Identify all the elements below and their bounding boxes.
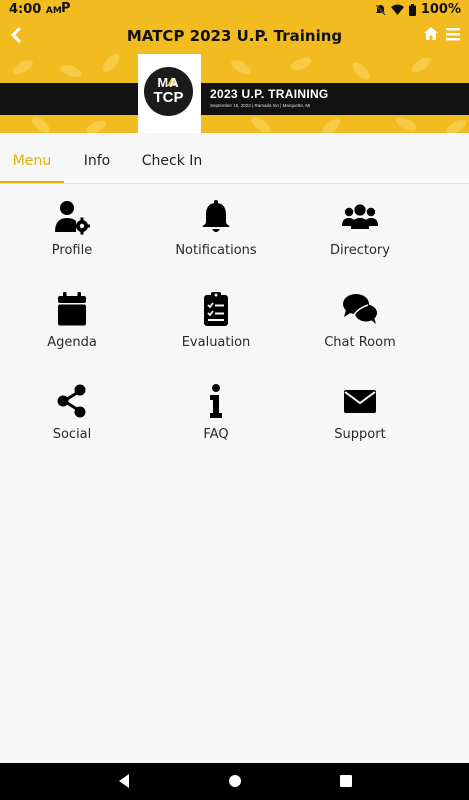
matcp-logo: MA TCP: [138, 54, 201, 133]
menu-item-social[interactable]: Social: [2, 367, 142, 453]
tab-menu[interactable]: Menu: [0, 133, 64, 183]
tab-bar: Menu Info Check In: [0, 133, 469, 184]
status-icons: 100%: [375, 2, 461, 17]
app-header: MATCP 2023 U.P. Training: [0, 20, 469, 54]
user-gear-icon: [55, 201, 90, 235]
hamburger-menu-icon[interactable]: [446, 26, 460, 42]
recents-nav-icon[interactable]: [338, 773, 354, 789]
home-nav-icon[interactable]: [227, 773, 243, 789]
battery-percent: 100%: [420, 2, 461, 17]
home-icon[interactable]: [423, 25, 439, 43]
mute-icon: [375, 3, 386, 16]
wifi-icon: [390, 4, 404, 15]
back-nav-icon[interactable]: [116, 773, 132, 789]
info-icon: [210, 384, 222, 418]
menu-item-profile[interactable]: Profile: [2, 183, 142, 269]
menu-item-evaluation[interactable]: Evaluation: [146, 275, 286, 361]
tab-info[interactable]: Info: [76, 133, 118, 181]
menu-item-faq[interactable]: FAQ: [146, 367, 286, 453]
menu-label: Chat Room: [324, 335, 396, 350]
menu-label: Support: [334, 427, 386, 442]
page-title: MATCP 2023 U.P. Training: [126, 27, 343, 45]
event-banner: MA TCP 2023 U.P. TRAINING September 15, …: [0, 54, 469, 133]
menu-label: Notifications: [175, 243, 257, 258]
tab-check-in[interactable]: Check In: [134, 133, 210, 181]
menu-item-agenda[interactable]: Agenda: [2, 275, 142, 361]
menu-label: Profile: [51, 243, 93, 258]
menu-item-notifications[interactable]: Notifications: [146, 183, 286, 269]
menu-item-support[interactable]: Support: [290, 367, 430, 453]
menu-label: Directory: [330, 243, 390, 258]
chat-bubbles-icon: [343, 294, 377, 324]
menu-label: Evaluation: [181, 335, 251, 350]
app-notification-icon: P: [61, 1, 71, 16]
share-icon: [57, 384, 86, 418]
menu-label: Agenda: [47, 335, 97, 350]
menu-label: FAQ: [203, 427, 229, 442]
clipboard-check-icon: [204, 292, 228, 326]
battery-icon: [408, 3, 416, 16]
menu-label: Social: [52, 427, 92, 442]
bell-icon: [202, 200, 230, 232]
system-nav-bar: [0, 763, 469, 800]
menu-item-chat-room[interactable]: Chat Room: [290, 275, 430, 361]
banner-title: 2023 U.P. TRAINING: [210, 87, 329, 101]
status-bar: 4:00 AM P 100%: [0, 0, 469, 20]
menu-item-directory[interactable]: Directory: [290, 183, 430, 269]
users-icon: [342, 204, 378, 229]
status-time: 4:00 AM: [9, 2, 62, 17]
banner-subtitle: September 15, 2023 | Ramada Inn | Marque…: [210, 103, 311, 108]
calendar-icon: [58, 292, 86, 326]
envelope-icon: [344, 390, 376, 413]
